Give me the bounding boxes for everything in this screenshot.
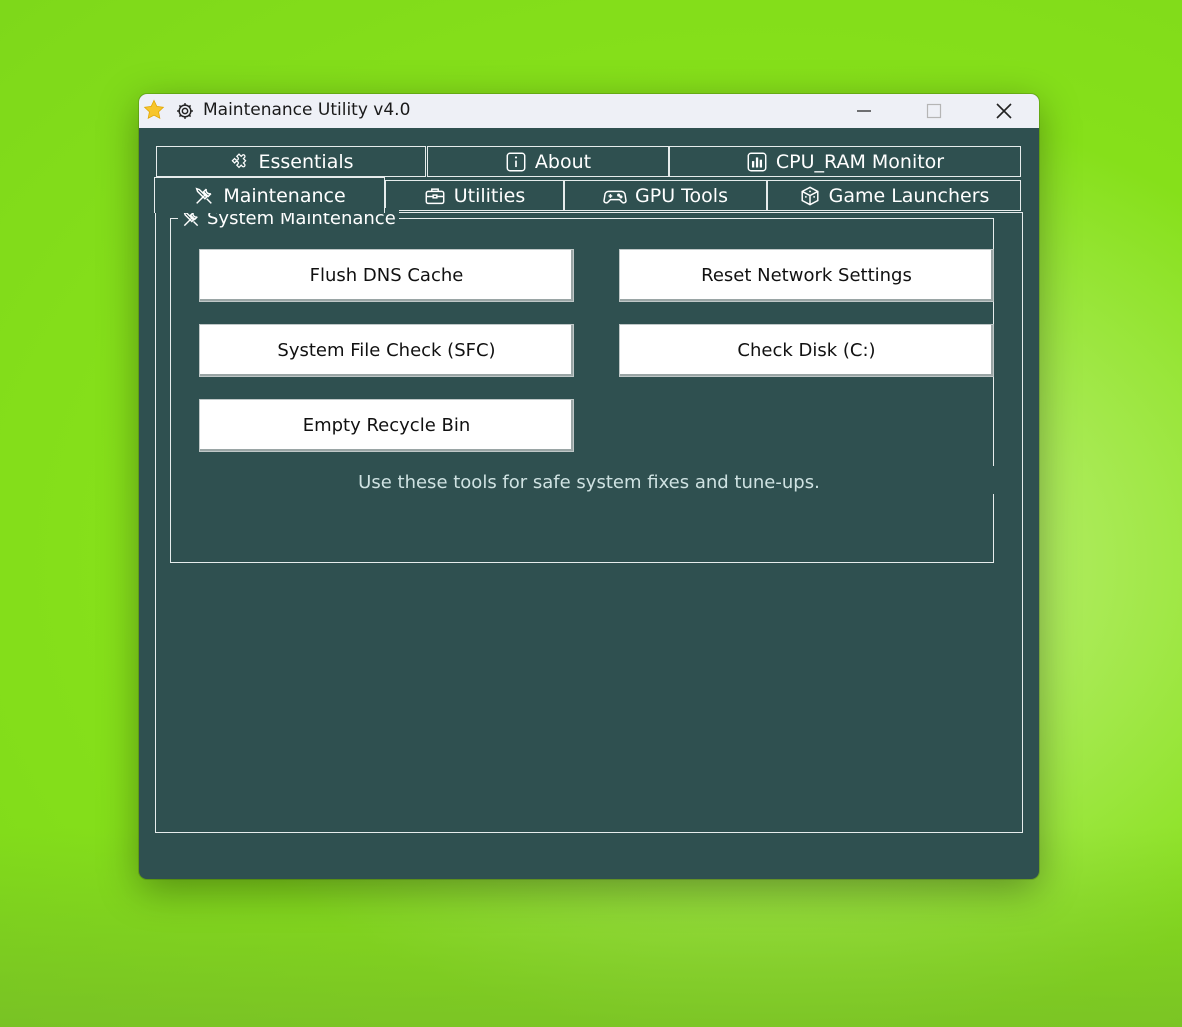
- close-button[interactable]: [969, 94, 1039, 128]
- hint-text: Use these tools for safe system fixes an…: [358, 472, 820, 493]
- window-title: Maintenance Utility v4.0: [203, 100, 411, 120]
- tab-maintenance[interactable]: Maintenance: [154, 177, 385, 213]
- tab-essentials[interactable]: Essentials: [156, 146, 426, 177]
- maximize-button[interactable]: [899, 94, 969, 128]
- tab-game-launchers[interactable]: Game Launchers: [767, 180, 1021, 211]
- check-disk-button[interactable]: Check Disk (C:): [619, 324, 994, 377]
- tab-label: Essentials: [258, 150, 354, 173]
- puzzle-icon: [231, 152, 247, 168]
- tab-label: About: [534, 150, 592, 173]
- gamepad-icon: [603, 190, 627, 204]
- panel-top-border: [384, 212, 1023, 213]
- maximize-icon: [926, 103, 942, 119]
- reset-network-button[interactable]: Reset Network Settings: [619, 249, 994, 302]
- tab-label: Utilities: [453, 184, 526, 207]
- minimize-icon: [857, 110, 871, 112]
- flush-dns-button[interactable]: Flush DNS Cache: [199, 249, 574, 302]
- info-icon: [506, 152, 526, 171]
- bar-chart-icon: [747, 152, 767, 171]
- tab-label: CPU_RAM Monitor: [775, 150, 945, 173]
- tab-label: Game Launchers: [828, 184, 990, 207]
- gear-icon: [177, 103, 193, 119]
- dice-icon: [801, 185, 819, 206]
- tab-cpu-ram-monitor[interactable]: CPU_RAM Monitor: [669, 146, 1021, 177]
- tools-icon: [195, 187, 213, 204]
- tab-label: GPU Tools: [635, 184, 728, 207]
- close-icon: [996, 103, 1012, 119]
- minimize-button[interactable]: [829, 94, 899, 128]
- app-window: Maintenance Utility v4.0 Essentials Abou…: [139, 94, 1039, 879]
- title-bar[interactable]: Maintenance Utility v4.0: [139, 94, 1039, 128]
- tab-gpu-tools[interactable]: GPU Tools: [564, 180, 767, 211]
- empty-recycle-bin-button[interactable]: Empty Recycle Bin: [199, 399, 574, 452]
- toolbox-icon: [425, 187, 445, 204]
- tab-about[interactable]: About: [427, 146, 669, 177]
- tab-label: Maintenance: [223, 184, 346, 207]
- sfc-button[interactable]: System File Check (SFC): [199, 324, 574, 377]
- star-icon: [143, 99, 165, 120]
- tab-utilities[interactable]: Utilities: [385, 180, 564, 211]
